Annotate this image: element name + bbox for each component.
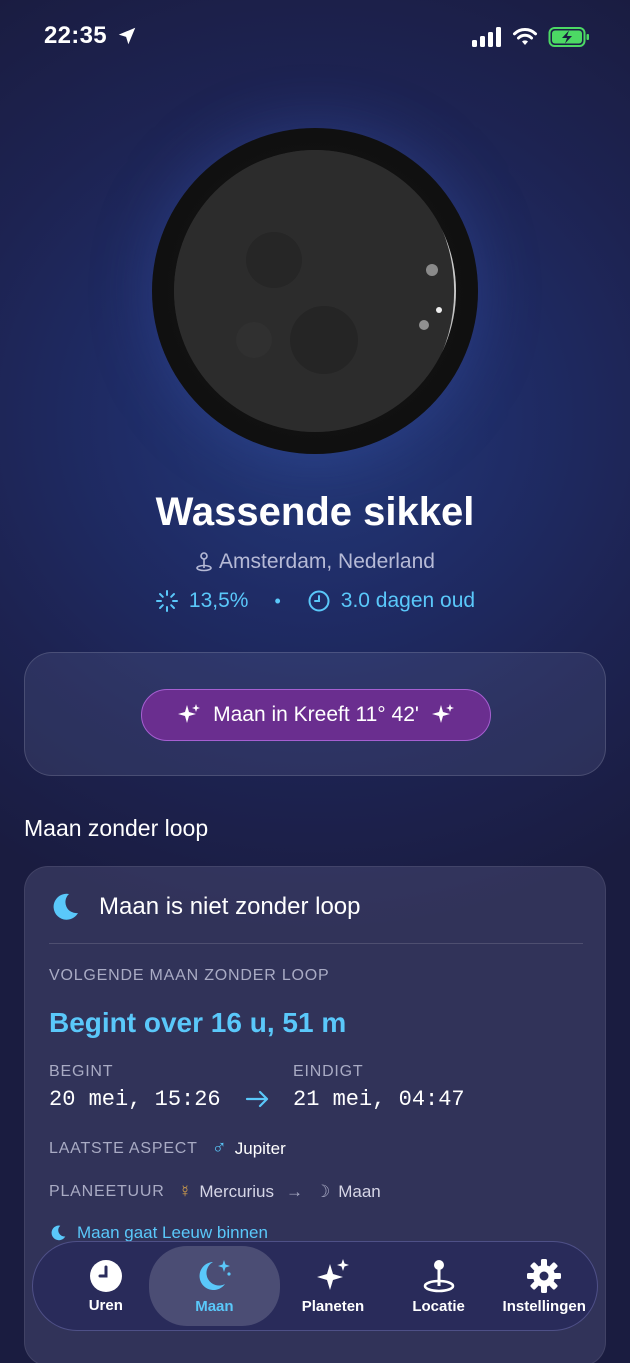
- sign-ingress-text: Maan gaat Leeuw binnen: [77, 1223, 268, 1242]
- illumination-value: 13,5%: [188, 589, 249, 612]
- last-aspect-value: Jupiter: [234, 1138, 286, 1158]
- status-time: 22:35: [44, 22, 107, 49]
- moon-small-icon: [51, 1225, 66, 1241]
- tab-label: Planeten: [301, 1297, 365, 1315]
- moon-phase-title: Wassende sikkel: [155, 490, 475, 534]
- clock-icon: [89, 1259, 122, 1292]
- sparkles-icon: [316, 1258, 349, 1290]
- void-status-text: Maan is niet zonder loop: [99, 893, 361, 920]
- begins-value: 20 mei, 15:26: [49, 1087, 221, 1112]
- sparkle-icon: [178, 704, 201, 723]
- arrow-right-icon: [245, 1090, 269, 1108]
- last-aspect-row: LAATSTE ASPECT ♂ Jupiter: [49, 1137, 286, 1160]
- ends-label: EINDIGT: [293, 1063, 364, 1080]
- moon-stars-icon: [199, 1259, 231, 1290]
- sign-ingress-row: Maan gaat Leeuw binnen: [49, 1223, 268, 1243]
- moon-stats: 13,5% • 3.0 dagen oud: [0, 589, 630, 613]
- status-bar: 22:35: [0, 18, 630, 54]
- zodiac-sign-label: Maan in Kreeft 11° 42': [213, 703, 419, 726]
- separator-dot: •: [274, 590, 281, 611]
- location-pin-icon: [423, 1259, 454, 1292]
- divider: [49, 943, 583, 944]
- tab-label: Instellingen: [502, 1297, 586, 1315]
- tab-label: Maan: [195, 1297, 234, 1315]
- location-arrow-icon: [118, 27, 136, 45]
- moon-symbol-icon: ☽: [314, 1182, 331, 1201]
- planet-hour-row: PLANEETUUR ☿ Mercurius → ☽ Maan: [49, 1182, 381, 1202]
- location-pin-small-icon: [196, 552, 212, 572]
- zodiac-sign-card: Maan in Kreeft 11° 42': [24, 652, 606, 776]
- moon-phase-image: [152, 128, 478, 454]
- status-indicators: [472, 26, 590, 48]
- begins-label: BEGINT: [49, 1063, 114, 1080]
- planet-hour-to: Maan: [338, 1182, 381, 1201]
- mercury-icon: ☿: [178, 1182, 192, 1201]
- clock-outline-icon: [308, 590, 330, 612]
- tab-bar: Uren Maan Planeten Locatie Instellingen: [32, 1241, 598, 1331]
- ends-value: 21 mei, 04:47: [293, 1087, 465, 1112]
- void-status-row: Maan is niet zonder loop: [49, 891, 361, 923]
- moon-icon: [53, 893, 78, 920]
- location-text: Amsterdam, Nederland: [219, 550, 435, 573]
- planet-hour-label: PLANEETUUR: [49, 1183, 165, 1200]
- tab-label: Locatie: [412, 1297, 465, 1315]
- illumination-stat: 13,5%: [155, 589, 249, 613]
- moon-crescent-graphic: [174, 150, 456, 432]
- wifi-icon: [513, 28, 537, 45]
- planet-hour-from: Mercurius: [199, 1182, 274, 1201]
- void-countdown: Begint over 16 u, 51 m: [49, 1007, 347, 1038]
- location-row: Amsterdam, Nederland: [0, 550, 630, 574]
- age-stat: 3.0 dagen oud: [307, 589, 475, 613]
- battery-charging-icon: [548, 27, 589, 47]
- last-aspect-label: LAATSTE ASPECT: [49, 1139, 198, 1157]
- tab-locatie[interactable]: Locatie: [386, 1246, 492, 1326]
- age-value: 3.0 dagen oud: [340, 589, 476, 612]
- aspect-symbol-icon: ♂: [211, 1137, 227, 1159]
- tab-label: Uren: [88, 1296, 123, 1314]
- arrow-icon: →: [285, 1182, 303, 1201]
- section-title-void: Maan zonder loop: [24, 815, 209, 841]
- signal-icon: [472, 27, 501, 47]
- tab-uren[interactable]: Uren: [53, 1246, 159, 1326]
- gear-icon: [527, 1258, 562, 1293]
- sparkle-icon: [431, 704, 454, 723]
- tab-planeten[interactable]: Planeten: [280, 1246, 386, 1326]
- next-void-label: VOLGENDE MAAN ZONDER LOOP: [49, 967, 330, 984]
- tab-maan[interactable]: Maan: [148, 1246, 281, 1326]
- tab-instellingen[interactable]: Instellingen: [491, 1246, 597, 1326]
- illumination-icon: [155, 590, 178, 612]
- zodiac-sign-pill[interactable]: Maan in Kreeft 11° 42': [141, 689, 491, 741]
